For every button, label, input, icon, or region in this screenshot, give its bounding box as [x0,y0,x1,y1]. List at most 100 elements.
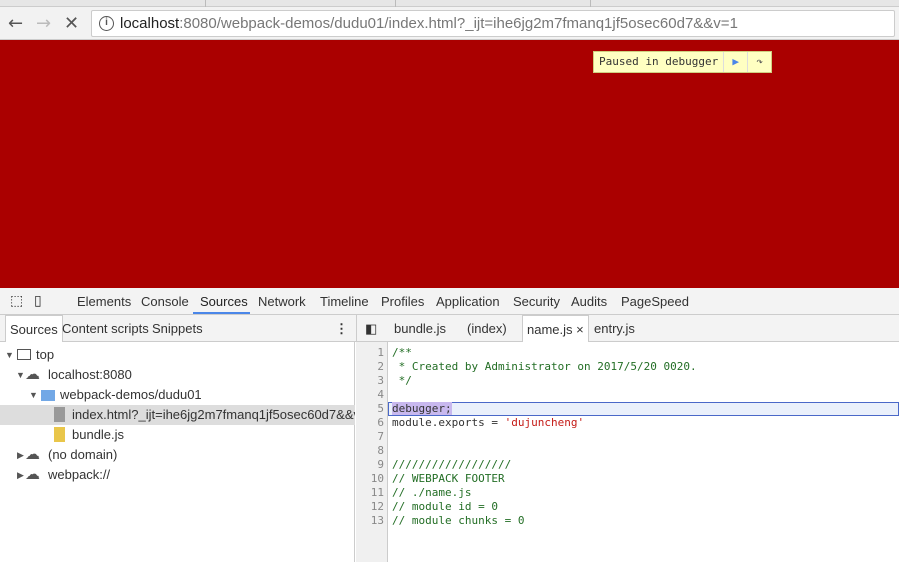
close-icon[interactable]: × [576,322,584,337]
browser-toolbar: ← → ✕ i localhost:8080/webpack-demos/dud… [0,7,899,40]
file-tab-name[interactable]: name.js × [522,315,589,342]
tree-item-top[interactable]: ▼ top [0,345,355,365]
tree-item-index-html[interactable]: index.html?_ijt=ihe6jg2m7fmanq1jf5osec60… [0,405,355,425]
line-number[interactable]: 7 [356,430,384,443]
browser-tab-strip [0,0,899,7]
url-host: localhost [120,15,180,32]
nav-tab-snippets[interactable]: Snippets [148,315,207,342]
line-number[interactable]: 9 [356,458,384,471]
tab-profiles[interactable]: Profiles [381,294,424,309]
line-number[interactable]: 13 [356,514,384,527]
active-tab-indicator [193,312,250,314]
code-line: debugger; [392,402,452,415]
code-editor[interactable]: 1 2 3 4 5 6 7 8 9 10 11 12 13 /** * Created by Admin… [356,342,899,562]
tree-label: bundle.js [72,427,125,442]
line-number[interactable]: 4 [356,388,384,401]
paused-label: Paused in debugger [599,55,719,68]
devtools-tab-bar: ⬚ ▯ Elements Console Sources Network Tim… [0,288,899,315]
code-text: * Created by Administrator on 2017/5/20 … [392,360,697,373]
collapsed-triangle-icon[interactable]: ▶ [17,445,24,465]
tab-console[interactable]: Console [141,294,189,309]
tree-item-bundle-js[interactable]: bundle.js [0,425,355,445]
string-literal: 'dujuncheng' [504,416,585,429]
tree-label: webpack-demos/dudu01 [60,387,202,402]
line-number[interactable]: 11 [356,486,384,499]
code-line: */ [392,374,412,387]
line-number-gutter[interactable]: 1 2 3 4 5 6 7 8 9 10 11 12 13 [356,342,388,562]
toggle-navigator-icon[interactable]: ◧ [356,315,381,342]
tree-item-no-domain[interactable]: ▶ ☁ (no domain) [0,445,355,465]
tab-security[interactable]: Security [513,294,560,309]
expanded-triangle-icon[interactable]: ▼ [29,385,38,405]
line-number[interactable]: 3 [356,374,384,387]
forward-icon[interactable]: → [36,13,51,34]
tab-pagespeed[interactable]: PageSpeed [621,294,689,309]
tree-label: top [36,347,55,362]
tab-network[interactable]: Network [258,294,306,309]
code-line: * Created by Administrator on 2017/5/20 … [392,360,697,373]
tab-divider [205,0,206,7]
tree-label: localhost:8080 [48,367,132,382]
expanded-triangle-icon[interactable]: ▼ [16,365,25,385]
js-file-icon [54,427,65,442]
tab-application[interactable]: Application [436,294,500,309]
paused-line-highlight [388,402,899,416]
line-number[interactable]: 8 [356,444,384,457]
line-number[interactable]: 1 [356,346,384,359]
expanded-triangle-icon[interactable]: ▼ [5,345,14,365]
tree-item-localhost[interactable]: ▼ ☁ localhost:8080 [0,365,355,385]
inspect-icon[interactable]: ⬚ [10,292,23,309]
nav-tab-content-scripts[interactable]: Content scripts [58,315,153,342]
tab-divider [590,0,591,7]
code-text: // ./name.js [392,486,472,499]
code-text: // module id = 0 [392,500,498,513]
tree-label: index.html?_ijt=ihe6jg2m7fmanq1jf5osec60… [72,407,355,422]
step-over-icon[interactable]: ↷ [747,52,771,72]
cloud-icon: ☁ [25,466,40,483]
collapsed-triangle-icon[interactable]: ▶ [17,465,24,485]
tree-label: (no domain) [48,447,118,462]
line-number[interactable]: 10 [356,472,384,485]
code-line: // WEBPACK FOOTER [392,472,505,485]
address-bar[interactable]: i localhost:8080/webpack-demos/dudu01/in… [91,10,895,37]
code-line: ////////////////// [392,458,511,471]
info-icon[interactable]: i [99,16,114,31]
cloud-icon: ☁ [25,366,40,383]
tree-item-webpack[interactable]: ▶ ☁ webpack:// [0,465,355,485]
tab-audits[interactable]: Audits [571,294,607,309]
page-content [0,40,899,288]
resume-icon[interactable]: ▶ [723,52,747,72]
sources-sub-toolbar: Sources Content scripts Snippets ⋮ ◧ bun… [0,315,899,342]
tree-item-folder[interactable]: ▼ webpack-demos/dudu01 [0,385,355,405]
line-number[interactable]: 6 [356,416,384,429]
tab-timeline[interactable]: Timeline [320,294,369,309]
code-text: /** [392,346,412,359]
code-line: // ./name.js [392,486,471,499]
file-navigator: ▼ top ▼ ☁ localhost:8080 ▼ webpack-demos/dud… [0,342,355,562]
line-number[interactable]: 2 [356,360,384,373]
code-line: module.exports = 'dujuncheng' [392,416,584,429]
file-tab-bundle[interactable]: bundle.js [390,315,450,342]
tab-divider [395,0,396,7]
frame-icon [17,349,31,360]
file-tab-index[interactable]: (index) [463,315,511,342]
line-number[interactable]: 5 [356,402,384,415]
stop-icon[interactable]: ✕ [64,13,79,34]
cloud-icon: ☁ [25,446,40,463]
device-toolbar-icon[interactable]: ▯ [34,292,42,309]
tree-label: webpack:// [48,467,111,482]
code-text: // WEBPACK FOOTER [392,472,505,485]
code-line: // module id = 0 [392,500,498,513]
code-text: */ [392,374,412,387]
code-line: // module chunks = 0 [392,514,524,527]
file-tab-label: name.js [527,322,573,337]
back-icon[interactable]: ← [8,13,23,34]
tab-sources[interactable]: Sources [200,294,248,309]
more-options-icon[interactable]: ⋮ [331,315,352,342]
code-line: /** [392,346,412,359]
line-number[interactable]: 12 [356,500,384,513]
tab-elements[interactable]: Elements [77,294,131,309]
nav-tab-sources[interactable]: Sources [5,315,63,342]
file-tab-entry[interactable]: entry.js [590,315,639,342]
paused-overlay: Paused in debugger ▶ ↷ [593,51,773,73]
